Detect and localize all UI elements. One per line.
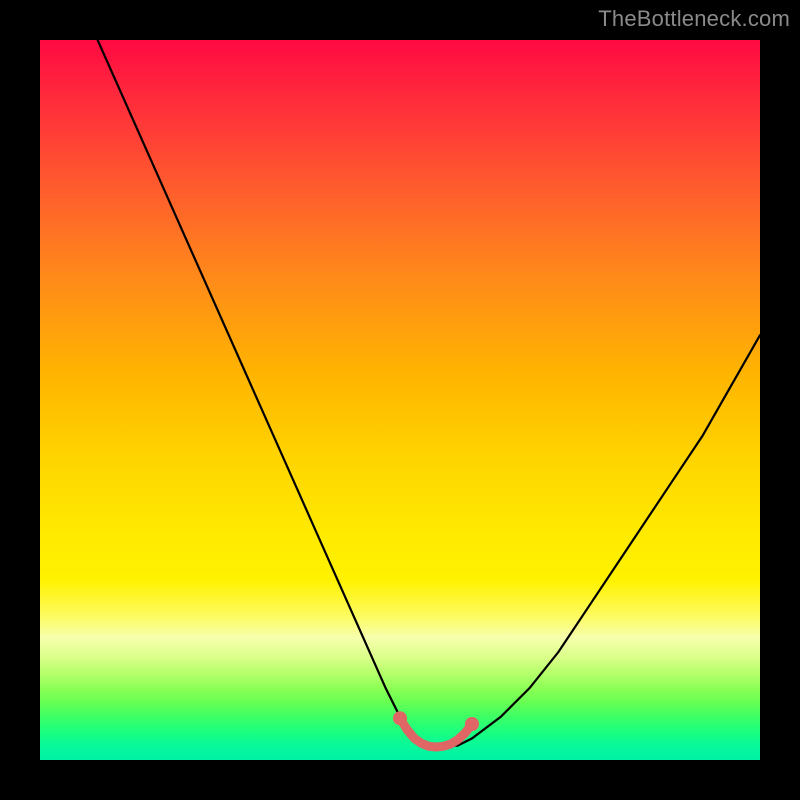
chart-svg <box>40 40 760 760</box>
plot-area <box>40 40 760 760</box>
chart-frame: TheBottleneck.com <box>0 0 800 800</box>
watermark-text: TheBottleneck.com <box>598 6 790 32</box>
bottleneck-curve-path <box>98 40 760 746</box>
highlight-dot-right <box>465 717 479 731</box>
highlight-dot-left <box>393 711 407 725</box>
